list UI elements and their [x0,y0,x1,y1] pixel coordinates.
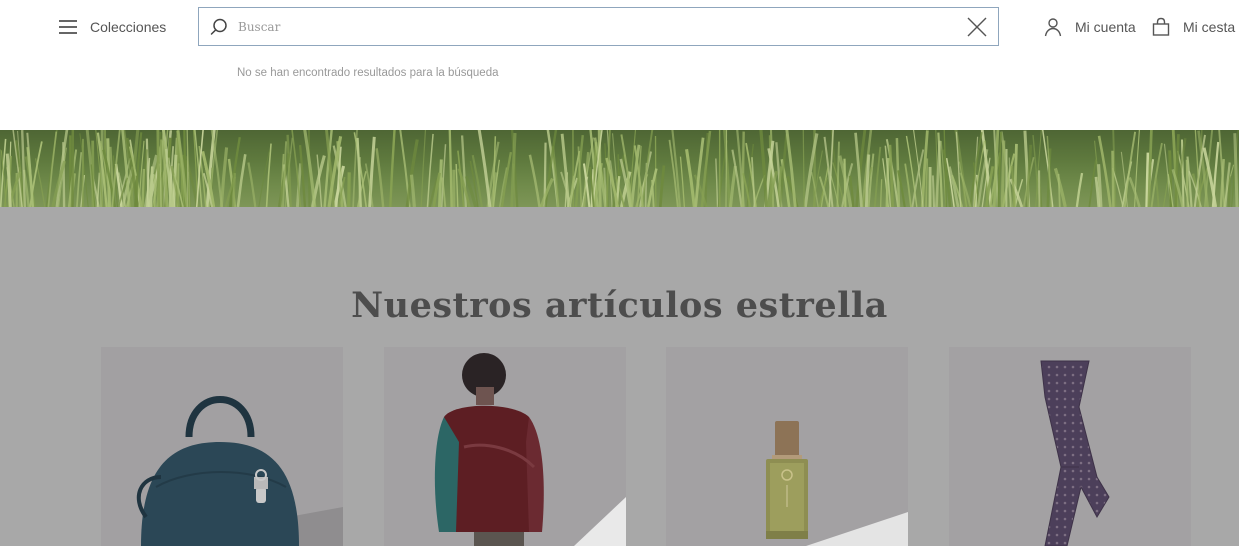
product-card-jacket[interactable] [384,347,626,546]
search-icon [210,18,227,35]
account-label: Mi cuenta [1075,19,1136,35]
search-input[interactable] [229,8,966,45]
product-card-handbag[interactable] [101,347,343,546]
product-card-tie[interactable] [949,347,1191,546]
featured-section: Nuestros artículos estrella [0,207,1239,546]
site-header: Colecciones No se han encontrado resulta… [0,0,1239,130]
jacket-model-image [384,347,626,546]
search-box[interactable] [198,7,999,46]
product-card-perfume[interactable] [666,347,908,546]
shopping-bag-icon [1152,17,1170,36]
grass-banner-image [0,130,1239,207]
handbag-image [101,347,343,546]
account-link[interactable]: Mi cuenta [1043,16,1136,38]
perfume-bottle-image [666,347,908,546]
hamburger-icon [59,20,77,34]
featured-title: Nuestros artículos estrella [351,285,888,326]
cart-link[interactable]: Mi cesta [1151,16,1235,38]
collections-menu-label: Colecciones [90,19,167,35]
no-results-message: No se han encontrado resultados para la … [237,67,499,79]
collections-menu-button[interactable]: Colecciones [59,16,166,38]
close-icon[interactable] [966,16,988,38]
user-icon [1044,18,1062,37]
silk-tie-image [949,347,1191,546]
cart-label: Mi cesta [1183,19,1236,35]
